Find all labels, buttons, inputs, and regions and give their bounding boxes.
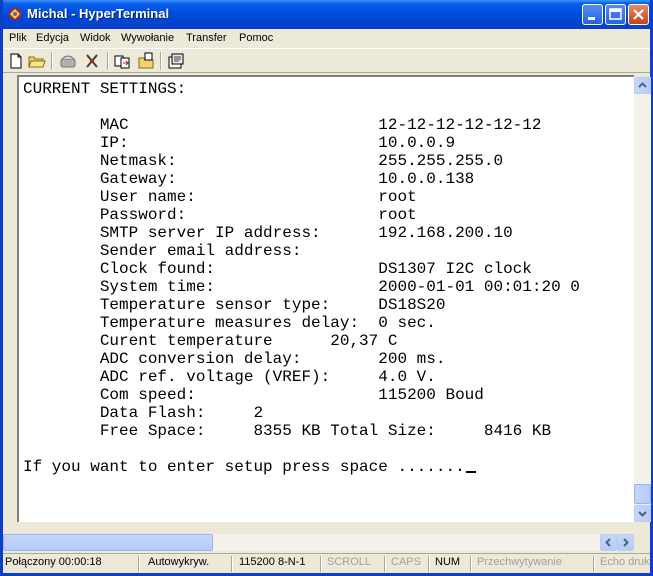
vertical-scrollbar[interactable]	[634, 77, 651, 522]
receive-icon[interactable]	[137, 52, 155, 70]
hyperterminal-app-icon	[9, 8, 21, 20]
terminal-line: Netmask: 255.255.255.0	[23, 152, 504, 170]
status-separator	[138, 556, 140, 572]
terminal-line: Temperature sensor type: DS18S20	[23, 296, 446, 314]
status-separator	[384, 556, 386, 572]
hyperterminal-window: Michal - HyperTerminal Plik Edycja Widok…	[0, 0, 653, 576]
status-port-settings: 115200 8-N-1	[239, 556, 306, 568]
scroll-left-button[interactable]	[600, 534, 617, 551]
horizontal-scrollbar[interactable]	[3, 534, 634, 551]
horizontal-scroll-thumb[interactable]	[3, 534, 213, 551]
toolbar-separator	[160, 52, 162, 70]
minimize-button[interactable]	[582, 4, 603, 25]
status-echo: Echo druk	[600, 556, 650, 568]
close-button[interactable]	[628, 4, 649, 25]
toolbar	[3, 48, 650, 73]
terminal-line: Gateway: 10.0.0.138	[23, 170, 475, 188]
status-separator	[320, 556, 322, 572]
terminal-line: Sender email address:	[23, 242, 302, 260]
title-bar[interactable]: Michal - HyperTerminal	[3, 0, 650, 29]
vertical-scroll-thumb[interactable]	[634, 484, 651, 504]
terminal-line: Com speed: 115200 Boud	[23, 386, 484, 404]
terminal-line: CURRENT SETTINGS:	[23, 80, 187, 98]
send-icon[interactable]	[113, 52, 131, 70]
terminal-line: SMTP server IP address: 192.168.200.10	[23, 224, 513, 242]
terminal-prompt-line: If you want to enter setup press space .…	[23, 458, 476, 476]
terminal-line: User name: root	[23, 188, 417, 206]
terminal-line: Clock found: DS1307 I2C clock	[23, 260, 532, 278]
terminal-line: Data Flash: 2	[23, 404, 264, 422]
menu-wywolanie[interactable]: Wywołanie	[121, 32, 174, 44]
terminal-line: System time: 2000-01-01 00:01:20 0	[23, 278, 580, 296]
terminal-screen[interactable]: CURRENT SETTINGS: MAC 12-12-12-12-12-12 …	[17, 75, 634, 522]
terminal-line: Password: root	[23, 206, 417, 224]
properties-icon[interactable]	[167, 52, 185, 70]
close-icon	[633, 9, 644, 20]
disconnect-icon[interactable]	[83, 52, 101, 70]
maximize-icon	[609, 8, 622, 20]
terminal-prompt-text: If you want to enter setup press space .…	[23, 458, 465, 476]
toolbar-separator	[107, 52, 109, 70]
scroll-up-button[interactable]	[634, 77, 651, 94]
terminal-line: Temperature measures delay: 0 sec.	[23, 314, 436, 332]
status-capture: Przechwytywanie	[477, 556, 562, 568]
status-separator	[593, 556, 595, 572]
status-separator	[231, 556, 233, 572]
toolbar-separator	[51, 52, 53, 70]
terminal-line: MAC 12-12-12-12-12-12	[23, 116, 542, 134]
status-separator	[428, 556, 430, 572]
open-icon[interactable]	[28, 52, 46, 70]
scroll-right-button[interactable]	[617, 534, 634, 551]
dial-icon[interactable]	[59, 52, 77, 70]
status-separator	[470, 556, 472, 572]
terminal-line: ADC ref. voltage (VREF): 4.0 V.	[23, 368, 436, 386]
new-icon[interactable]	[7, 52, 25, 70]
terminal-line: Curent temperature 20,37 C	[23, 332, 398, 350]
menu-transfer[interactable]: Transfer	[186, 32, 227, 44]
scroll-down-button[interactable]	[634, 505, 651, 522]
minimize-icon	[588, 17, 595, 20]
status-bar: Połączony 00:00:18 Autowykryw. 115200 8-…	[3, 553, 650, 573]
window-title: Michal - HyperTerminal	[27, 6, 170, 21]
terminal-line: Free Space: 8355 KB Total Size: 8416 KB	[23, 422, 552, 440]
terminal-line: ADC conversion delay: 200 ms.	[23, 350, 446, 368]
status-scroll: SCROLL	[327, 556, 372, 568]
menu-edycja[interactable]: Edycja	[36, 32, 69, 44]
maximize-button[interactable]	[605, 4, 626, 25]
arrow-down-icon	[638, 511, 647, 517]
status-detect: Autowykryw.	[148, 556, 210, 568]
status-num: NUM	[435, 556, 461, 568]
arrow-right-icon	[623, 538, 629, 547]
status-caps: CAPS	[391, 556, 421, 568]
menu-bar: Plik Edycja Widok Wywołanie Transfer Pom…	[3, 29, 650, 48]
menu-plik[interactable]: Plik	[9, 32, 27, 44]
text-cursor	[465, 471, 476, 473]
menu-pomoc[interactable]: Pomoc	[239, 32, 273, 44]
status-connected: Połączony 00:00:18	[5, 556, 102, 568]
menu-widok[interactable]: Widok	[80, 32, 111, 44]
terminal-line: IP: 10.0.0.9	[23, 134, 456, 152]
arrow-up-icon	[638, 82, 647, 88]
arrow-left-icon	[605, 538, 611, 547]
